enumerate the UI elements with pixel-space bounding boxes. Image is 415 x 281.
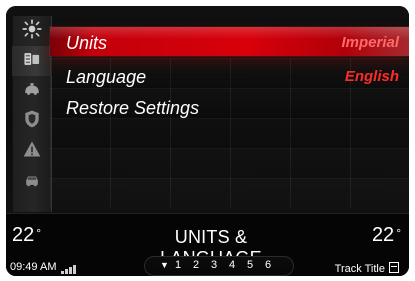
menu-item-label: Restore Settings (66, 98, 200, 118)
sidebar-item-vehicle[interactable] (12, 76, 52, 106)
menu-item-units[interactable]: Units Imperial (50, 27, 409, 57)
warning-icon (22, 139, 42, 164)
display-settings-icon (22, 49, 42, 74)
menu-item-value: English (344, 68, 399, 85)
temperature-value-left: 22 (12, 224, 35, 246)
preset-6[interactable]: 6 (265, 259, 271, 271)
sidebar-item-security[interactable] (12, 106, 52, 136)
vehicle-settings-icon (22, 79, 42, 104)
settings-view: Units Imperial Language English Restore … (6, 6, 409, 213)
signal-strength-icon (61, 264, 79, 274)
status-footer: 22° UNITS & LANGUAGE 22° 09:49 AM ▼ 1 2 … (6, 213, 409, 276)
temperature-right[interactable]: 22 ° (372, 224, 401, 247)
track-title-text: Track Title (334, 263, 385, 275)
temperature-left[interactable]: 22 ° (12, 224, 41, 247)
menu-item-label: Language (66, 67, 147, 87)
menu-item-value: Imperial (341, 34, 399, 51)
sun-icon (22, 18, 42, 44)
preset-bar[interactable]: ▼ 1 2 3 4 5 6 (144, 256, 294, 276)
sidebar-item-brightness[interactable] (12, 16, 52, 46)
preset-4[interactable]: 4 (229, 259, 235, 271)
sidebar-item-driver[interactable] (12, 166, 52, 196)
preset-1[interactable]: 1 (175, 259, 181, 271)
preset-3[interactable]: 3 (211, 259, 217, 271)
shield-icon (22, 109, 42, 134)
temperature-value-right: 22 (371, 224, 395, 246)
preset-2[interactable]: 2 (193, 259, 199, 271)
menu-item-restore-settings[interactable]: Restore Settings (50, 92, 409, 122)
temperature-unit: ° (36, 226, 42, 240)
bezel: Units Imperial Language English Restore … (0, 0, 415, 281)
temperature-unit: ° (396, 226, 401, 240)
sidebar-item-display[interactable] (12, 46, 52, 76)
car-icon (22, 169, 42, 194)
menu-item-label: Units (66, 33, 108, 53)
media-icon (389, 262, 399, 273)
track-title[interactable]: Track Title (335, 261, 399, 275)
preset-menu-icon[interactable]: ▼ (160, 260, 169, 270)
clock: 09:49 AM (10, 261, 57, 273)
sidebar-item-alerts[interactable] (12, 136, 52, 166)
preset-5[interactable]: 5 (247, 259, 253, 271)
menu-item-language[interactable]: Language English (50, 61, 409, 91)
infotainment-screen: Units Imperial Language English Restore … (6, 6, 409, 276)
settings-sidebar (12, 16, 52, 212)
